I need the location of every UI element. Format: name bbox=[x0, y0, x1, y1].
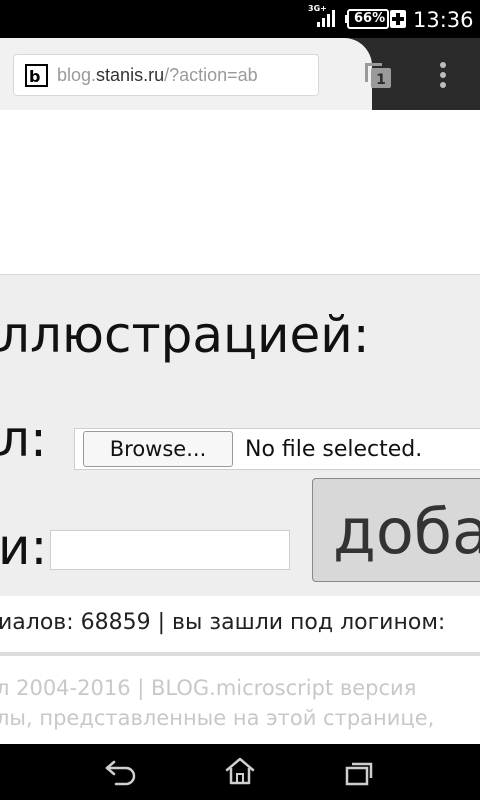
name-input[interactable] bbox=[50, 530, 290, 570]
file-status-text: No file selected. bbox=[245, 437, 423, 462]
add-button-label: доба bbox=[333, 495, 480, 568]
navigation-bar bbox=[0, 744, 480, 800]
address-bar-area: b blog.stanis.ru/?action=ab bbox=[0, 38, 372, 110]
back-icon[interactable] bbox=[104, 758, 138, 786]
tab-count: 1 bbox=[376, 72, 386, 88]
name-label: и: bbox=[0, 518, 48, 576]
favicon-letter: b bbox=[29, 67, 41, 86]
recent-apps-icon[interactable] bbox=[344, 760, 374, 786]
url-text[interactable]: blog.stanis.ru/?action=ab bbox=[57, 65, 258, 86]
clock: 13:36 bbox=[413, 8, 474, 32]
footer-line-1: л 2004-2016 | BLOG.microscript версия bbox=[0, 676, 417, 700]
browser-toolbar: b blog.stanis.ru/?action=ab 1 bbox=[0, 38, 480, 110]
status-bar: 3G+ 66% 13:36 bbox=[0, 0, 480, 38]
address-bar[interactable]: b blog.stanis.ru/?action=ab bbox=[13, 54, 319, 96]
overflow-menu-icon[interactable] bbox=[436, 60, 450, 90]
tabs-icon[interactable]: 1 bbox=[362, 60, 394, 90]
signal-icon bbox=[317, 10, 335, 27]
url-host: stanis.ru bbox=[96, 65, 165, 85]
form-heading: ллюстрацией: bbox=[0, 306, 370, 364]
file-input[interactable]: Browse... No file selected. bbox=[74, 428, 480, 470]
browse-button[interactable]: Browse... bbox=[83, 431, 233, 467]
divider bbox=[0, 652, 480, 656]
battery-percent: 66% bbox=[354, 11, 386, 26]
site-favicon-icon: b bbox=[25, 64, 48, 87]
stats-text: иалов: 68859 | вы зашли под логином: bbox=[0, 610, 446, 635]
add-button[interactable]: доба bbox=[312, 478, 480, 582]
web-page: ллюстрацией: л: Browse... No file select… bbox=[0, 110, 480, 744]
url-path: /?action=ab bbox=[164, 65, 258, 85]
file-label: л: bbox=[0, 410, 47, 468]
url-prefix: blog. bbox=[57, 65, 97, 85]
footer-line-2: лы, представленные на этой странице, bbox=[0, 706, 435, 730]
home-icon[interactable] bbox=[224, 756, 256, 786]
